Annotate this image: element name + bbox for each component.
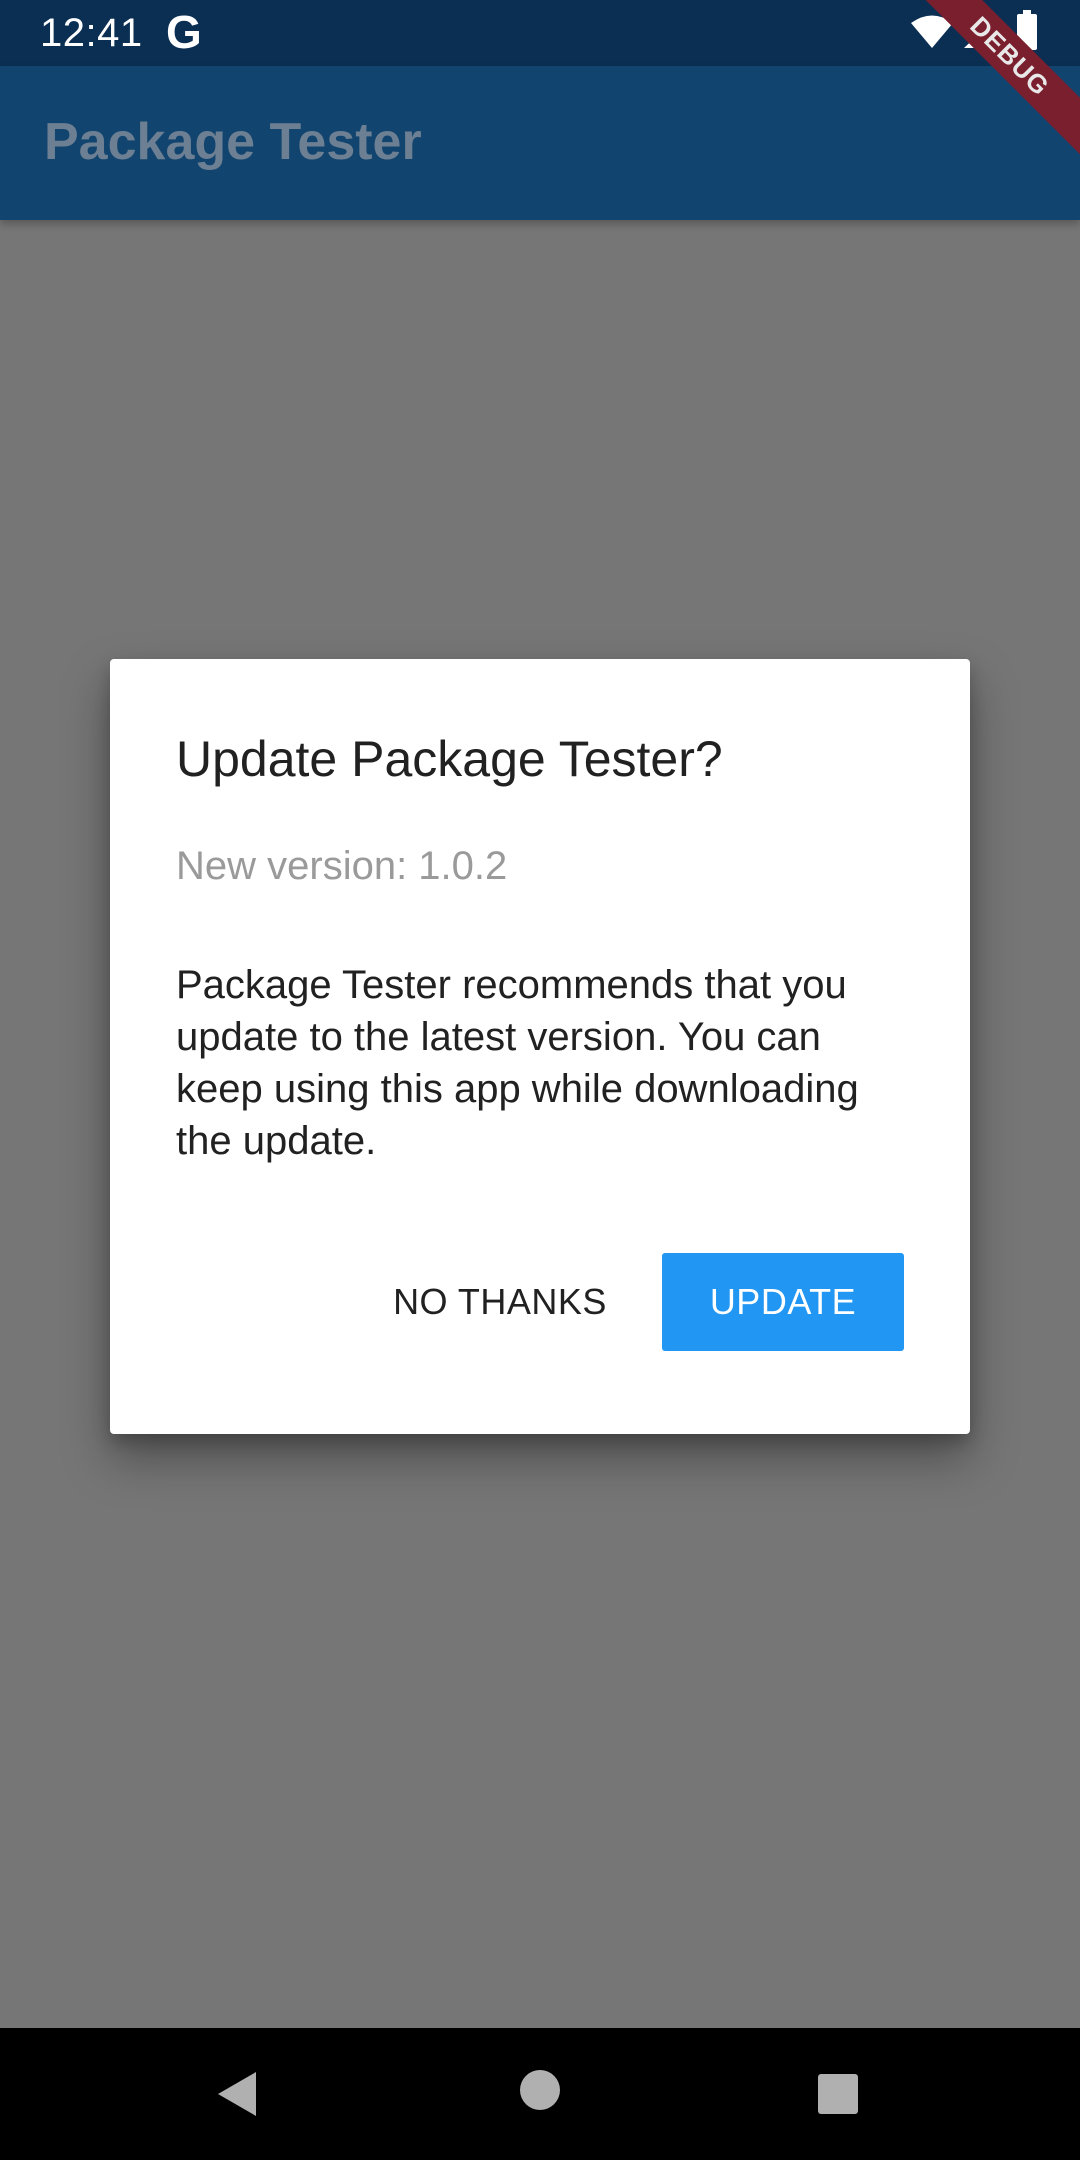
dialog-message: Package Tester recommends that you updat… [176, 963, 859, 1163]
recents-icon[interactable] [816, 2072, 860, 2116]
navigation-bar [0, 2028, 1080, 2160]
status-time: 12:41 [40, 11, 143, 55]
screen: 12:41 G Package Tester DEBUG Update Pack… [0, 0, 1080, 2160]
home-icon[interactable] [518, 2068, 562, 2112]
google-icon: G [166, 6, 202, 58]
update-button[interactable]: UPDATE [662, 1253, 904, 1351]
no-thanks-button[interactable]: NO THANKS [380, 1253, 620, 1351]
update-dialog: Update Package Tester? New version: 1.0.… [110, 659, 970, 1434]
app-title: Package Tester [44, 113, 422, 171]
dialog-title: Update Package Tester? [176, 731, 723, 787]
dialog-version-text: New version: 1.0.2 [176, 844, 508, 888]
status-bar: 12:41 G [0, 0, 1080, 66]
back-icon[interactable] [210, 2068, 262, 2120]
app-bar: Package Tester [0, 66, 1080, 220]
